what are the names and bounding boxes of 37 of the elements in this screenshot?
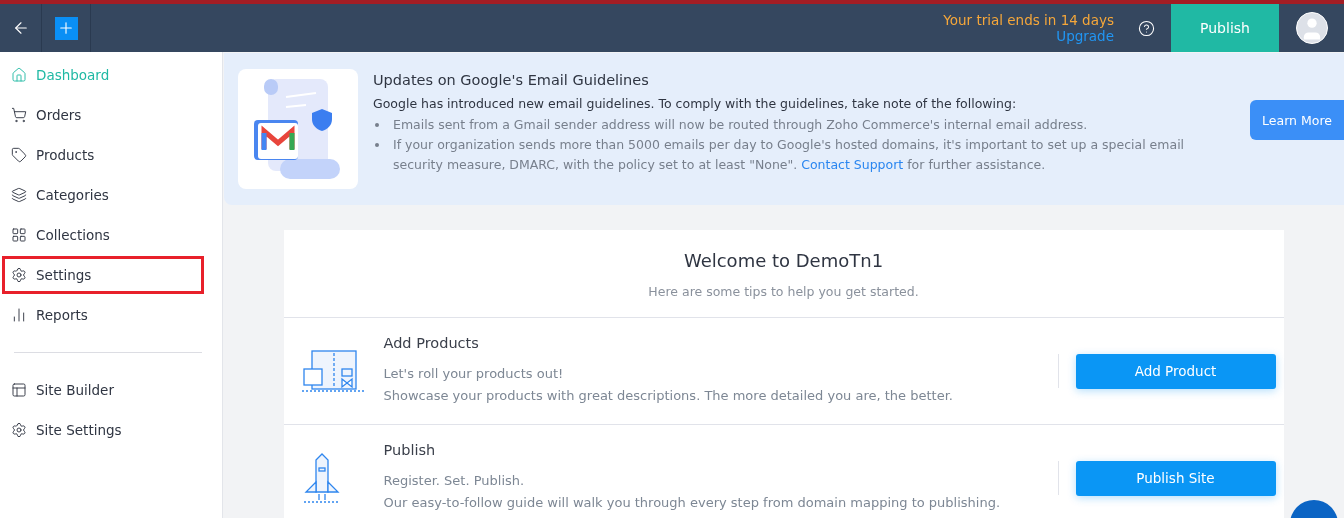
- bullet-text: Emails sent from a Gmail sender address will now be routed through Zoho Commerce's internal email address.: [393, 116, 1088, 134]
- sidebar-item[interactable]: Collections: [2, 216, 204, 254]
- step-description: Showcase your products with great descriptions. The more detailed you are, the better.: [383, 387, 954, 405]
- step-description: Let's roll your products out!: [383, 365, 565, 383]
- welcome-subtitle: Here are some tips to help you get started.: [647, 284, 920, 299]
- sidebar-item-icon: [11, 67, 27, 83]
- sidebar-item-icon: [11, 187, 27, 203]
- sidebar-item-icon: [11, 107, 27, 123]
- plus-icon: [57, 19, 75, 37]
- sidebar-item-icon: [11, 422, 27, 438]
- sidebar-item[interactable]: Reports: [2, 296, 204, 334]
- step-description: Our easy-to-follow guide will walk you through every step from domain mapping to publishing.: [383, 494, 1002, 512]
- sidebar-item-icon: [11, 307, 27, 323]
- step-title: Publish: [383, 442, 437, 458]
- bullet-icon: [375, 123, 379, 127]
- sidebar-item[interactable]: Site Builder: [2, 371, 204, 409]
- avatar[interactable]: [1295, 12, 1328, 44]
- banner-title: Updates on Google's Email Guidelines: [373, 72, 650, 88]
- sidebar-item[interactable]: Orders: [2, 96, 204, 134]
- sidebar-item-icon: [11, 147, 27, 163]
- bullet-text: If your organization sends more than 5000 emails per day to Google's hosted domains, it's important to set up a special email security measure, DMARC, with the policy set to at least "None". Contact Support for further assistance.: [393, 136, 1186, 174]
- sidebar-item-icon: [11, 267, 27, 283]
- rocket-icon: [301, 452, 342, 504]
- sidebar-item-icon: [11, 382, 27, 398]
- add-button[interactable]: [54, 16, 78, 40]
- bullet-icon: [375, 143, 379, 147]
- sidebar-item[interactable]: Settings: [2, 256, 204, 294]
- step-description: Register. Set. Publish.: [383, 472, 526, 490]
- trial-notice: Your trial ends in 14 days: [943, 12, 1114, 28]
- products-box-icon: [301, 349, 366, 393]
- sidebar-item[interactable]: Categories: [2, 176, 204, 214]
- sidebar-item[interactable]: Products: [2, 136, 204, 174]
- step-title: Add Products: [383, 335, 480, 351]
- welcome-title: Welcome to DemoTn1: [682, 250, 885, 271]
- sidebar-item-icon: [11, 227, 27, 243]
- sidebar-item[interactable]: Site Settings: [2, 411, 204, 449]
- banner-text: Google has introduced new email guidelines. To comply with the guidelines, take note of the following:: [373, 96, 1018, 111]
